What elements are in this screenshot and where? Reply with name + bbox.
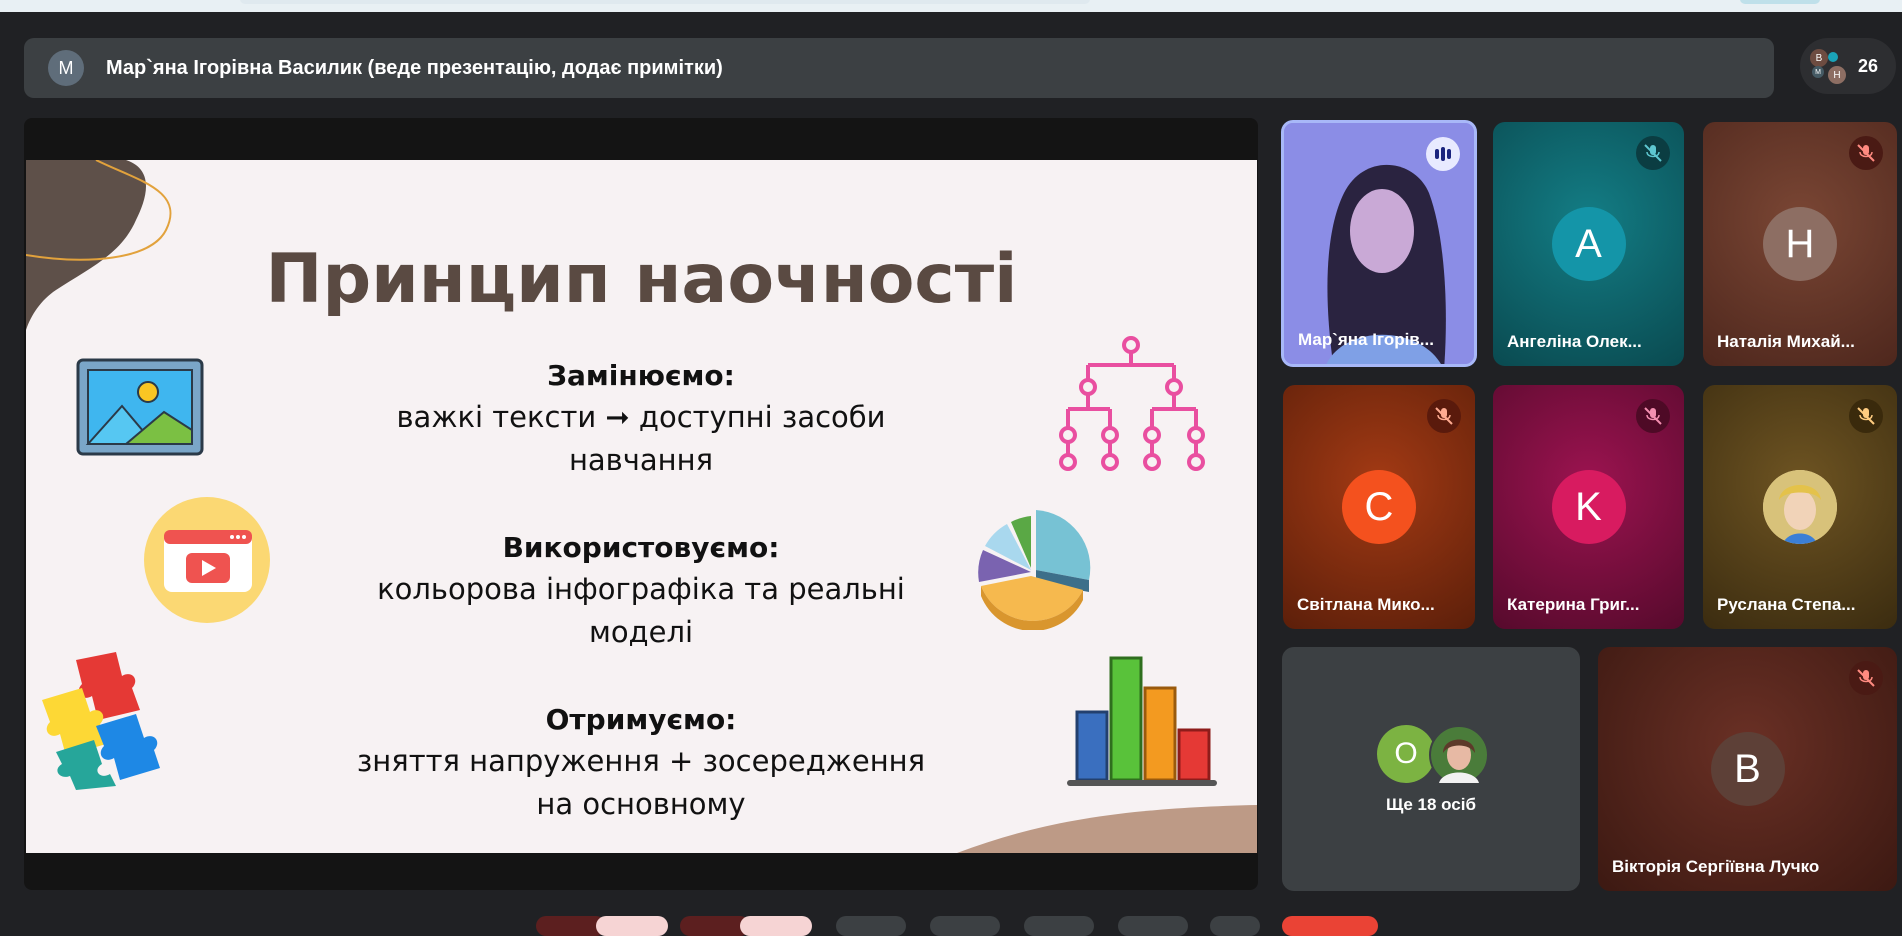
participants-count: 26 <box>1858 55 1879 76</box>
muted-mic-icon <box>1849 661 1883 695</box>
participant-name: Світлана Мико... <box>1297 595 1435 614</box>
video-player-icon <box>144 497 270 623</box>
browser-strip <box>0 0 1902 12</box>
captions-button[interactable] <box>836 916 906 936</box>
participants-avatars: B M H <box>1808 46 1848 86</box>
section-line: зняття напруження + зосередження <box>356 744 926 778</box>
pie-chart-icon <box>978 510 1091 630</box>
slide-section-get: Отримуємо: зняття напруження + зосередже… <box>276 700 1006 826</box>
mini-avatar: B <box>1810 49 1828 67</box>
muted-mic-icon <box>1849 399 1883 433</box>
slide-title: Принцип наочності <box>265 240 1018 319</box>
participant-name: Руслана Степа... <box>1717 595 1856 614</box>
participant-name: Наталія Михай... <box>1717 332 1855 351</box>
section-heading: Використовуємо: <box>502 531 780 564</box>
participant-avatar: B <box>1710 732 1785 806</box>
presenter-banner[interactable]: M Мар`яна Ігорівна Василик (веде презент… <box>24 38 1774 98</box>
slide-section-use: Використовуємо: кольорова інфографіка та… <box>276 528 1006 654</box>
section-line: кольорова інфографіка та реальні <box>377 572 905 606</box>
participant-avatar: K <box>1551 470 1626 544</box>
top-right-button[interactable] <box>1740 0 1820 4</box>
participant-avatar: A <box>1551 207 1626 281</box>
section-line: на основному <box>536 787 746 821</box>
puzzle-icon <box>42 652 160 790</box>
more-participants-tile[interactable]: O Ще 18 осіб <box>1282 647 1580 891</box>
section-line: моделі <box>588 615 694 649</box>
section-heading: Отримуємо: <box>545 703 737 736</box>
mic-options-button[interactable] <box>596 916 668 936</box>
muted-mic-icon <box>1636 136 1670 170</box>
raise-hand-button[interactable] <box>1118 916 1188 936</box>
presenter-label: Мар`яна Ігорівна Василик (веде презентац… <box>106 56 723 79</box>
mini-avatar: H <box>1828 66 1846 84</box>
reactions-button[interactable] <box>930 916 1000 936</box>
participant-avatar: C <box>1342 470 1416 544</box>
camera-options-button[interactable] <box>740 916 812 936</box>
participant-tile[interactable]: K Катерина Григ... <box>1493 385 1684 629</box>
participant-tile[interactable]: B Вікторія Сергіївна Лучко <box>1598 647 1897 891</box>
participant-tile[interactable]: A Ангеліна Олек... <box>1493 122 1684 366</box>
section-heading: Замінюємо: <box>547 359 735 392</box>
muted-mic-icon <box>1427 399 1461 433</box>
more-options-button[interactable] <box>1210 916 1260 936</box>
slide-section-replace: Замінюємо: важкі тексти ➞ доступні засоб… <box>276 356 1006 482</box>
participant-avatar: H <box>1763 207 1837 281</box>
present-button[interactable] <box>1024 916 1094 936</box>
mini-avatar: M <box>1812 66 1824 78</box>
participant-photo-avatar <box>1763 470 1837 544</box>
presenter-avatar: M <box>48 50 84 86</box>
more-photo-avatar <box>1429 725 1489 785</box>
picture-icon <box>76 358 204 456</box>
hierarchy-icon <box>1059 336 1205 471</box>
address-bar[interactable] <box>240 0 1090 4</box>
participant-name: Мар`яна Ігорів... <box>1298 330 1434 349</box>
participant-tile-presenter[interactable]: Мар`яна Ігорів... <box>1281 120 1477 367</box>
bar-chart-icon <box>1067 656 1217 786</box>
muted-mic-icon <box>1849 136 1883 170</box>
participant-tile[interactable]: Руслана Степа... <box>1703 385 1897 629</box>
section-line: навчання <box>568 443 714 477</box>
muted-mic-icon <box>1636 399 1670 433</box>
more-participants-label: Ще 18 осіб <box>1386 795 1476 814</box>
participant-name: Катерина Григ... <box>1507 595 1640 614</box>
more-avatar: O <box>1377 725 1435 783</box>
leave-call-button[interactable] <box>1282 916 1378 936</box>
presentation-slide: Принцип наочності Замінюємо: важкі текст… <box>26 160 1257 853</box>
section-line: важкі тексти ➞ доступні засоби <box>396 400 886 434</box>
control-bar <box>0 912 1902 936</box>
participants-button[interactable]: B M H 26 <box>1800 38 1896 94</box>
mini-avatar-dot <box>1828 52 1838 62</box>
participant-tile[interactable]: C Світлана Мико... <box>1283 385 1475 629</box>
participant-tile[interactable]: H Наталія Михай... <box>1703 122 1897 366</box>
participant-name: Вікторія Сергіївна Лучко <box>1612 857 1820 876</box>
participant-name: Ангеліна Олек... <box>1507 332 1642 351</box>
speaking-indicator-icon <box>1426 137 1460 171</box>
